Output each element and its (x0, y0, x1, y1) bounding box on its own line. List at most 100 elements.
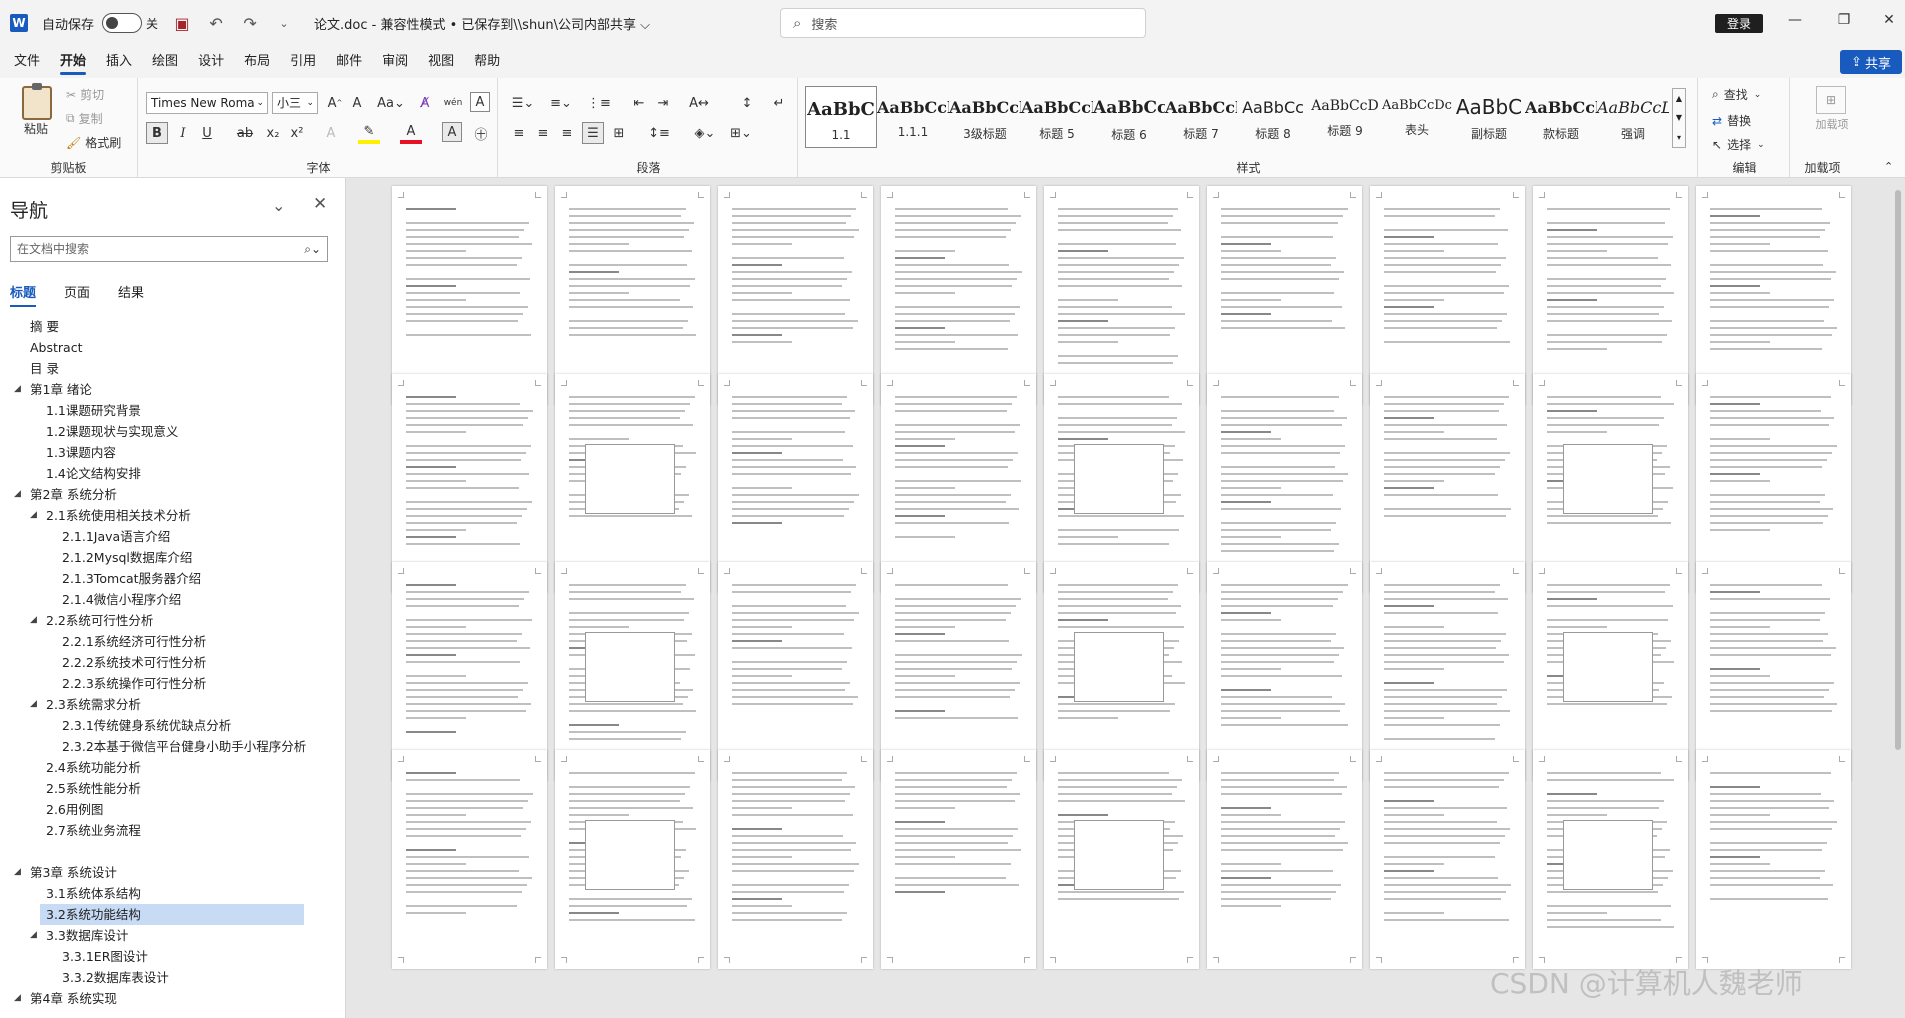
style-item[interactable]: AaBbCcl 1.1.1 (877, 86, 949, 148)
font-name-select[interactable]: Times New Roma ⌄ (146, 92, 268, 114)
highlight-icon[interactable]: ✎ (358, 122, 380, 144)
page-thumbnail[interactable] (1696, 562, 1851, 781)
nav-heading-item[interactable]: ◢ 2.3系统需求分析 (10, 694, 336, 715)
page-thumbnail[interactable] (1044, 750, 1199, 969)
nav-heading-item[interactable] (10, 841, 336, 862)
enclose-characters-icon[interactable]: ㊉ (470, 122, 492, 144)
nav-heading-item[interactable]: ◢ 第1章 绪论 (10, 379, 336, 400)
tab-headings[interactable]: 标题 (10, 282, 37, 307)
tab-design[interactable]: 设计 (188, 46, 234, 78)
character-shading-icon[interactable]: A (442, 122, 462, 142)
close-icon[interactable]: ✕ (313, 194, 327, 214)
find-button[interactable]: ⌕ 查找 ⌄ (1712, 86, 1761, 103)
nav-heading-item[interactable]: 1.1课题研究背景 (10, 400, 336, 421)
chevron-down-icon[interactable]: ⌄ (272, 196, 285, 215)
italic-button[interactable]: I (172, 122, 194, 144)
save-icon[interactable]: ▣ (172, 14, 192, 33)
page-thumbnail[interactable] (1696, 186, 1851, 405)
cut-button[interactable]: ✂ 剪切 (66, 86, 104, 103)
tab-home[interactable]: 开始 (50, 46, 96, 78)
collapse-ribbon-icon[interactable]: ⌃ (1884, 160, 1893, 173)
page-thumbnail[interactable] (718, 374, 873, 593)
page-thumbnail[interactable] (881, 750, 1036, 969)
numbering-icon[interactable]: ≡⌄ (546, 92, 576, 114)
page-thumbnail[interactable] (718, 562, 873, 781)
styles-scroll[interactable]: ▲ ▼ ▾ (1672, 88, 1686, 148)
customize-toolbar-icon[interactable]: ⌄ (274, 17, 294, 30)
nav-heading-item[interactable]: 3.1系统体系结构 (10, 883, 336, 904)
align-right-icon[interactable]: ≡ (556, 122, 578, 144)
nav-heading-item[interactable]: ◢ 第2章 系统分析 (10, 484, 336, 505)
tab-view[interactable]: 视图 (418, 46, 464, 78)
style-item[interactable]: AaBbCcDc 表头 (1381, 86, 1453, 148)
tab-insert[interactable]: 插入 (96, 46, 142, 78)
undo-icon[interactable]: ↶ (206, 14, 226, 33)
paste-button[interactable]: 粘贴 (24, 120, 48, 137)
nav-heading-item[interactable]: 2.2.1系统经济可行性分析 (10, 631, 336, 652)
shrink-font-icon[interactable]: A (346, 92, 368, 114)
page-thumbnail[interactable] (1533, 562, 1688, 781)
style-item[interactable]: AaBbCcD 标题 9 (1309, 86, 1381, 148)
page-thumbnail[interactable] (1533, 750, 1688, 969)
underline-button[interactable]: U (196, 122, 218, 144)
page-thumbnail[interactable] (1044, 562, 1199, 781)
grow-font-icon[interactable]: A ^ (324, 92, 346, 114)
login-button[interactable]: 登录 (1715, 14, 1763, 33)
document-title[interactable]: 论文.doc - 兼容性模式 • 已保存到\\shun\公司内部共享 ⌵ (314, 14, 650, 33)
close-icon[interactable]: ✕ (1879, 12, 1899, 28)
share-button[interactable]: ⇪ 共享 (1840, 50, 1902, 74)
phonetic-guide-icon[interactable]: wén (442, 92, 464, 114)
page-thumbnail[interactable] (555, 374, 710, 593)
page-thumbnail[interactable] (881, 374, 1036, 593)
page-thumbnail[interactable] (1370, 374, 1525, 593)
page-thumbnail[interactable] (1370, 750, 1525, 969)
nav-heading-item[interactable]: 2.1.3Tomcat服务器介绍 (10, 568, 336, 589)
nav-heading-item[interactable]: 2.4系统功能分析 (10, 757, 336, 778)
nav-heading-item[interactable]: 1.4论文结构安排 (10, 463, 336, 484)
page-thumbnail[interactable] (1044, 374, 1199, 593)
style-item[interactable]: AaBbCc 标题 8 (1237, 86, 1309, 148)
tab-file[interactable]: 文件 (4, 46, 50, 78)
page-thumbnail[interactable] (555, 750, 710, 969)
strikethrough-button[interactable]: ab (234, 122, 256, 144)
expand-triangle-icon[interactable]: ◢ (30, 610, 37, 631)
page-thumbnail[interactable] (1044, 186, 1199, 405)
style-item[interactable]: AaBbCcl 标题 7 (1165, 86, 1237, 148)
nav-heading-item[interactable]: 2.2.2系统技术可行性分析 (10, 652, 336, 673)
nav-heading-item[interactable]: 2.3.2本基于微信平台健身小助手小程序分析 (10, 736, 336, 757)
page-thumbnail[interactable] (1533, 374, 1688, 593)
font-color-icon[interactable]: A (400, 122, 422, 144)
page-thumbnail[interactable] (1696, 750, 1851, 969)
restore-icon[interactable]: ❐ (1834, 12, 1854, 28)
page-thumbnail[interactable] (392, 374, 547, 593)
increase-indent-icon[interactable]: ⇥ (652, 92, 674, 114)
multilevel-list-icon[interactable]: ⋮≡ (584, 92, 614, 114)
page-thumbnail[interactable] (881, 186, 1036, 405)
nav-heading-item[interactable]: 2.7系统业务流程 (10, 820, 336, 841)
style-item[interactable]: AaBbCcl 3级标题 (949, 86, 1021, 148)
nav-heading-item[interactable]: ◢ 2.2系统可行性分析 (10, 610, 336, 631)
page-thumbnail[interactable] (1370, 186, 1525, 405)
nav-heading-item[interactable]: 3.3.1ER图设计 (10, 946, 336, 967)
page-thumbnail[interactable] (392, 562, 547, 781)
nav-heading-item[interactable]: ◢ 2.1系统使用相关技术分析 (10, 505, 336, 526)
page-thumbnail[interactable] (1533, 186, 1688, 405)
style-item[interactable]: AaBbC 副标题 (1453, 86, 1525, 148)
borders-icon[interactable]: ⊞⌄ (726, 122, 756, 144)
nav-heading-item[interactable]: 2.2.3系统操作可行性分析 (10, 673, 336, 694)
style-item[interactable]: AaBbC 1.1 (805, 86, 877, 148)
vertical-scrollbar[interactable] (1895, 190, 1901, 750)
expand-triangle-icon[interactable]: ◢ (30, 925, 37, 946)
nav-heading-item[interactable]: 2.1.2Mysql数据库介绍 (10, 547, 336, 568)
nav-heading-item[interactable]: 摘 要 (10, 316, 336, 337)
expand-triangle-icon[interactable]: ◢ (14, 379, 21, 400)
autosave-toggle[interactable] (102, 13, 143, 33)
decrease-indent-icon[interactable]: ⇤ (628, 92, 650, 114)
character-border-icon[interactable]: A (470, 92, 490, 112)
style-item[interactable]: AaBbCcl 款标题 (1525, 86, 1597, 148)
nav-heading-item[interactable]: ◢ 3.3数据库设计 (10, 925, 336, 946)
minimize-icon[interactable]: — (1785, 12, 1805, 28)
addins-button[interactable]: 加载项 (1814, 118, 1850, 132)
redo-icon[interactable]: ↷ (240, 14, 260, 33)
paste-icon[interactable] (22, 83, 52, 120)
